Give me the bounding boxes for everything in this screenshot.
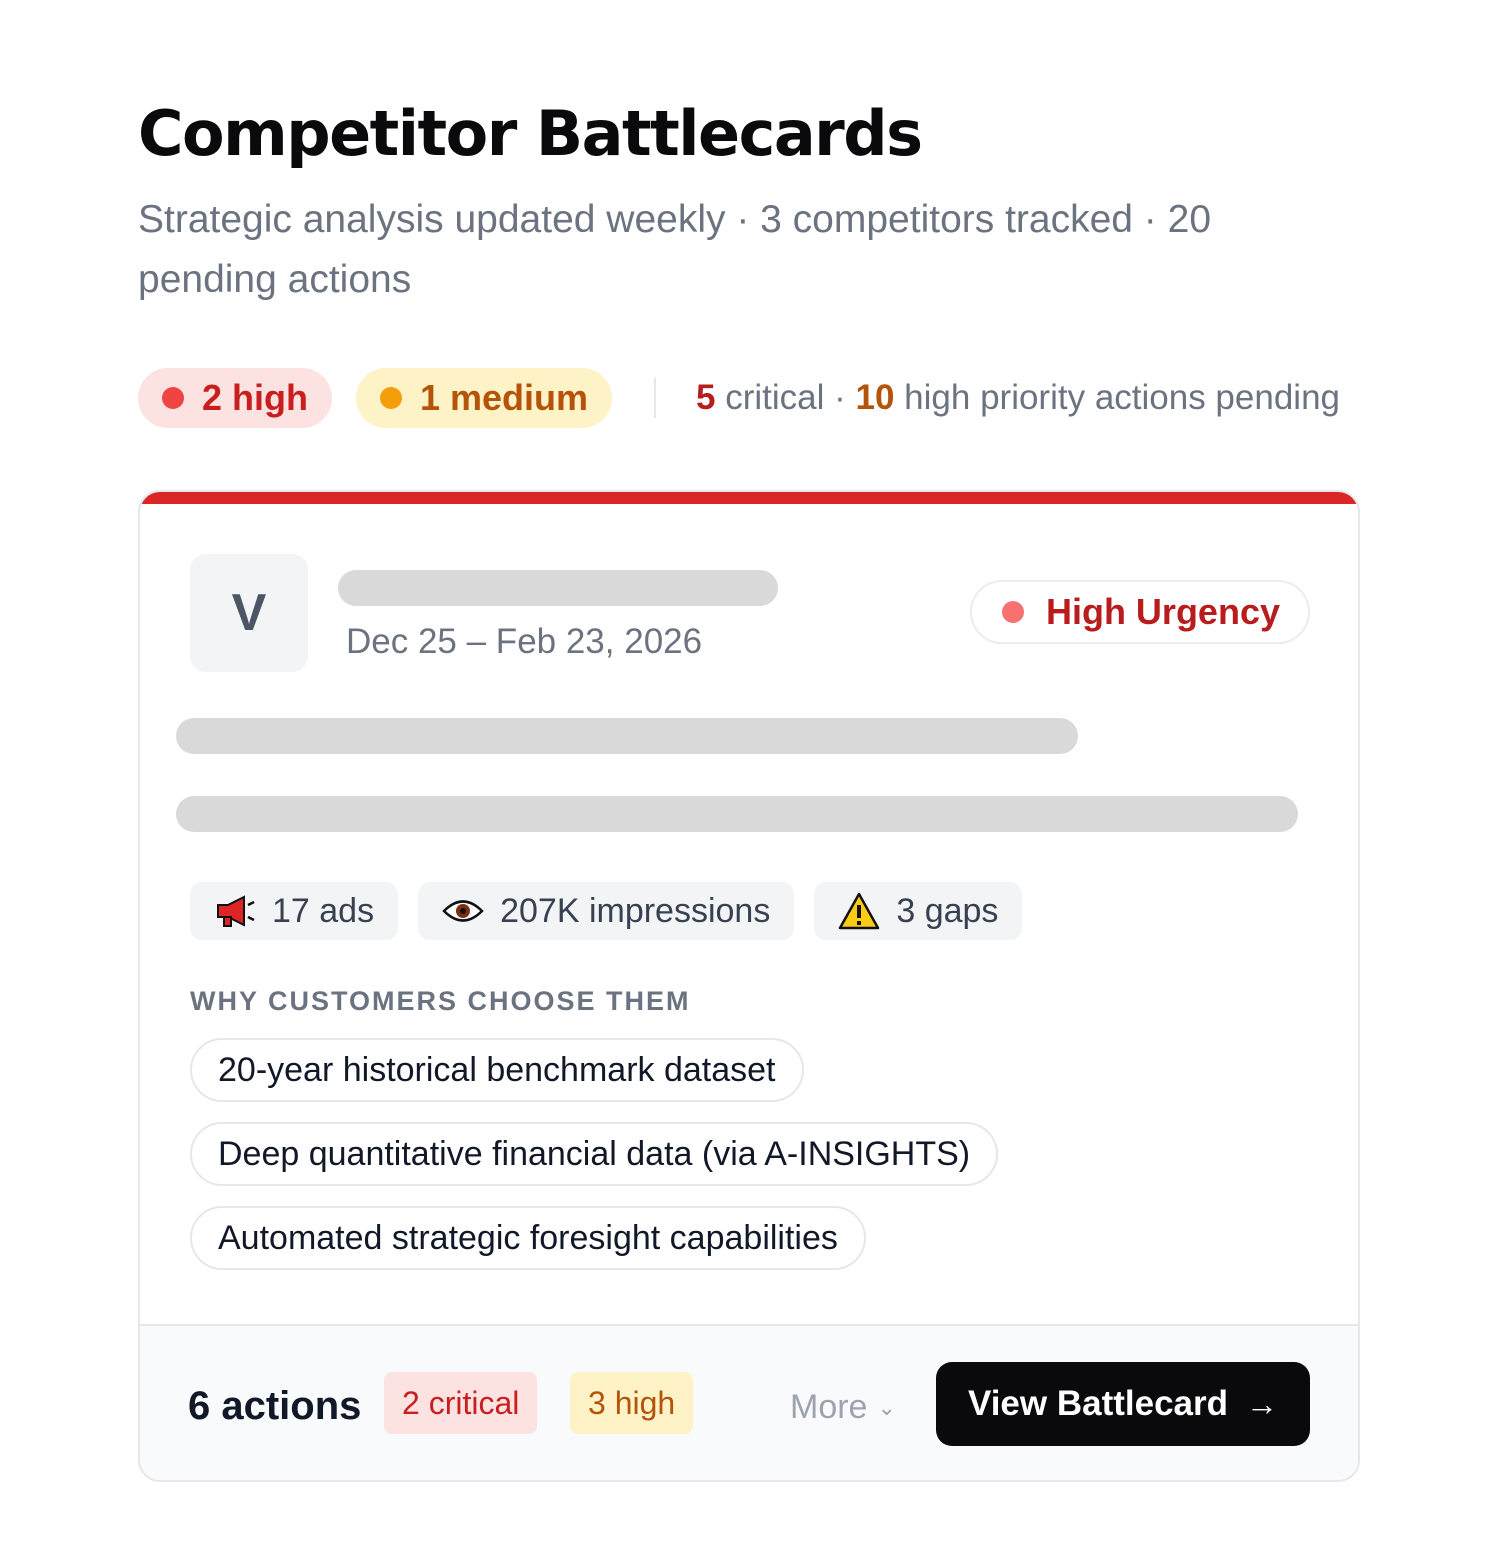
urgency-accent-bar [140, 492, 1358, 504]
more-label: More [790, 1388, 868, 1426]
arrow-right-icon: → [1246, 1385, 1279, 1422]
view-battlecard-label: View Battlecard [967, 1384, 1229, 1423]
impressions-label: 207K impressions [500, 891, 771, 930]
more-dropdown[interactable]: More ⌄ [790, 1388, 896, 1427]
ads-label: 17 ads [272, 891, 375, 930]
high-priority-count: 10 [855, 378, 895, 417]
high-urgency-filter[interactable]: 2 high [138, 368, 332, 428]
redacted-description-line [176, 718, 1078, 754]
competitor-card[interactable]: V Dec 25 – Feb 23, 2026 High Urgency 17 … [138, 490, 1360, 1482]
reason-tag: Automated strategic foresight capabiliti… [190, 1206, 866, 1270]
card-footer: 6 actions 2 critical 3 high More ⌄ View … [140, 1324, 1358, 1480]
red-dot-icon [162, 387, 184, 409]
medium-urgency-filter[interactable]: 1 medium [356, 368, 613, 428]
critical-label: critical · [715, 378, 856, 417]
ads-stat: 17 ads [190, 882, 399, 940]
actions-count: 6 actions [188, 1384, 362, 1428]
red-dot-icon [1001, 601, 1024, 623]
critical-count: 5 [696, 378, 716, 417]
view-battlecard-button[interactable]: View Battlecard → [936, 1362, 1310, 1446]
reasons-list: 20-year historical benchmark dataset Dee… [190, 1038, 999, 1290]
eye-icon [442, 890, 484, 932]
pending-actions-summary: 5 critical · 10 high priority actions pe… [696, 378, 1340, 418]
gaps-stat: 3 gaps [814, 882, 1023, 940]
date-range: Dec 25 – Feb 23, 2026 [346, 622, 703, 661]
divider [654, 378, 657, 418]
chevron-down-icon: ⌄ [877, 1394, 896, 1420]
redacted-competitor-name [338, 570, 778, 606]
gaps-label: 3 gaps [896, 891, 999, 930]
high-count-label: 2 high [202, 377, 308, 418]
critical-badge: 2 critical [384, 1372, 538, 1434]
stats-row: 17 ads 207K impressions 3 gaps [190, 882, 1042, 940]
page-title: Competitor Battlecards [138, 97, 923, 170]
warning-icon [838, 890, 880, 932]
urgency-summary: 2 high 1 medium 5 critical · 10 high pri… [138, 368, 1340, 428]
urgency-label: High Urgency [1045, 591, 1280, 632]
redacted-description-line [176, 796, 1298, 832]
urgency-badge: High Urgency [969, 580, 1310, 644]
section-heading: WHY CUSTOMERS CHOOSE THEM [190, 986, 691, 1016]
page-subtitle: Strategic analysis updated weekly · 3 co… [138, 198, 1212, 301]
reason-tag: 20-year historical benchmark dataset [190, 1038, 804, 1102]
high-priority-label: high priority actions pending [894, 378, 1341, 417]
orange-dot-icon [380, 387, 402, 409]
avatar: V [190, 554, 308, 672]
reason-tag: Deep quantitative financial data (via A-… [190, 1122, 999, 1186]
medium-count-label: 1 medium [420, 377, 589, 418]
impressions-stat: 207K impressions [418, 882, 795, 940]
battlecards-page: Competitor Battlecards Strategic analysi… [138, 96, 1360, 1482]
megaphone-icon [214, 890, 256, 932]
high-badge: 3 high [570, 1372, 694, 1434]
